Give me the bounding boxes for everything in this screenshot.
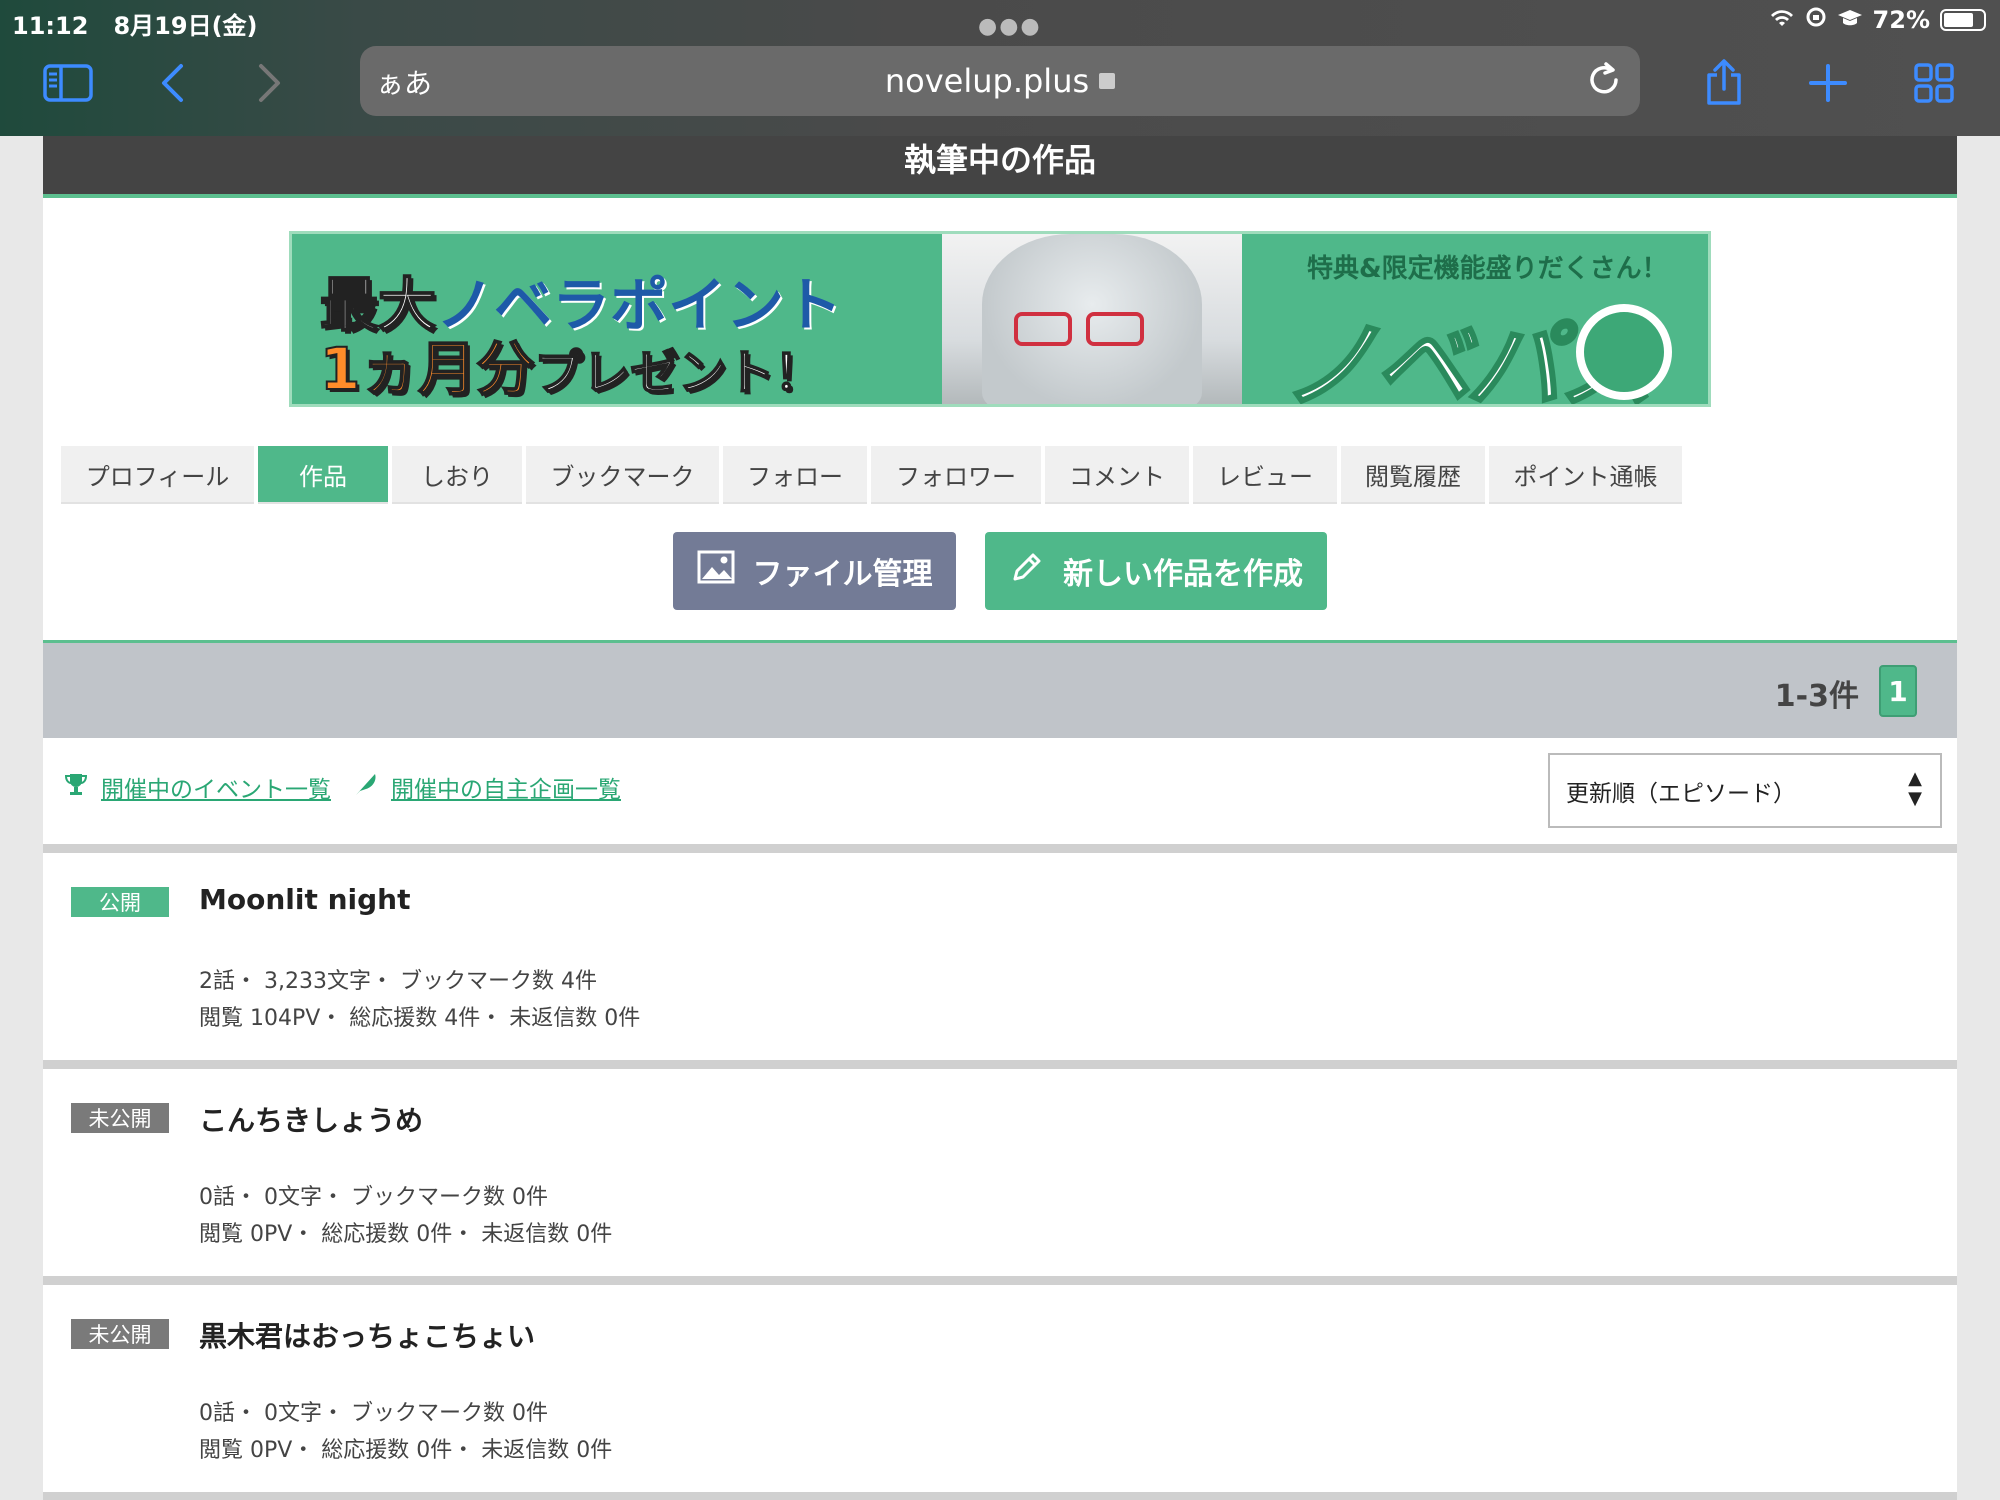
sort-select[interactable]: 更新順（エピソード） ▲ ▼ [1548, 753, 1942, 828]
reload-icon[interactable] [1586, 60, 1622, 102]
forward-icon[interactable] [242, 58, 298, 108]
tab-history[interactable]: 閲覧履歴 [1341, 446, 1485, 504]
wifi-icon [1769, 6, 1795, 34]
results-count: 1-3件 [1774, 679, 1859, 714]
promo-banner[interactable]: 最大ノベラポイント 1ヵ月分プレゼント！ 特典&限定機能盛りだくさん！ ノベパス [289, 231, 1711, 407]
work-stats: 0話・ 0文字・ ブックマーク数 0件 閲覧 0PV・ 総応援数 0件・ 未返信… [199, 1401, 613, 1463]
tab-following[interactable]: フォロー [723, 446, 867, 504]
results-bar: 1-3件 1 [43, 643, 1957, 738]
tab-bookmarks[interactable]: ブックマーク [526, 446, 719, 504]
work-title[interactable]: 黒木君はおっちょこちょい [199, 1315, 535, 1355]
work-title[interactable]: こんちきしょうめ [199, 1099, 423, 1139]
profile-tabs: プロフィール 作品 しおり ブックマーク フォロー フォロワー コメント レビュ… [61, 446, 1682, 504]
work-stats: 2話・ 3,233文字・ ブックマーク数 4件 閲覧 104PV・ 総応援数 4… [199, 969, 641, 1031]
create-work-button[interactable]: 新しい作品を作成 [985, 532, 1327, 610]
lock-icon [1099, 73, 1116, 89]
battery-icon [1940, 9, 1986, 31]
divider [43, 1276, 1957, 1285]
status-badge: 未公開 [71, 1103, 169, 1133]
status-badge: 公開 [71, 887, 169, 917]
pencil-icon [1009, 549, 1045, 593]
divider [43, 844, 1957, 853]
work-item[interactable]: 公開 Moonlit night 2話・ 3,233文字・ ブックマーク数 4件… [43, 853, 1957, 1060]
battery-percent: 72% [1872, 6, 1930, 34]
rotation-lock-icon [1805, 6, 1827, 34]
page-content: 執筆中の作品 最大ノベラポイント 1ヵ月分プレゼント！ 特典&限定機能盛りだくさ… [43, 136, 1957, 1500]
status-badge: 未公開 [71, 1319, 169, 1349]
share-icon[interactable] [1696, 58, 1752, 108]
tab-points[interactable]: ポイント通帳 [1489, 446, 1682, 504]
tab-comments[interactable]: コメント [1045, 446, 1189, 504]
work-item[interactable]: 未公開 黒木君はおっちょこちょい 0話・ 0文字・ ブックマーク数 0件 閲覧 … [43, 1285, 1957, 1492]
status-indicators: 72% [1769, 6, 1986, 34]
tab-profile[interactable]: プロフィール [61, 446, 254, 504]
sidebar-icon[interactable] [40, 58, 96, 108]
graduation-cap-icon [1837, 6, 1863, 34]
trophy-icon [63, 771, 89, 804]
feather-icon [353, 771, 379, 804]
work-stats: 0話・ 0文字・ ブックマーク数 0件 閲覧 0PV・ 総応援数 0件・ 未返信… [199, 1185, 613, 1247]
projects-link[interactable]: 開催中の自主企画一覧 [391, 770, 621, 804]
tab-shiori[interactable]: しおり [392, 446, 522, 504]
tabs-overview-icon[interactable] [1906, 58, 1962, 108]
tab-works[interactable]: 作品 [258, 446, 388, 504]
file-manage-button[interactable]: ファイル管理 [673, 532, 956, 610]
status-time: 11:12 8月19日(金) [12, 12, 258, 40]
tab-followers[interactable]: フォロワー [871, 446, 1041, 504]
back-icon[interactable] [144, 58, 200, 108]
novepass-emblem-icon [1576, 304, 1672, 400]
event-links: 開催中のイベント一覧 開催中の自主企画一覧 [63, 770, 621, 804]
events-link[interactable]: 開催中のイベント一覧 [101, 770, 331, 804]
divider [43, 1492, 1957, 1500]
page-title: 執筆中の作品 [43, 136, 1957, 198]
banner-headline-2: 1ヵ月分プレゼント！ [319, 334, 823, 404]
select-arrows-icon: ▲ ▼ [1908, 768, 1922, 809]
browser-toolbar: 11:12 8月19日(金) ●●● 72% ぁあ novelup.plus [0, 0, 2000, 136]
work-title[interactable]: Moonlit night [199, 883, 411, 916]
banner-character-illustration [942, 234, 1242, 404]
address-bar[interactable]: ぁあ novelup.plus [360, 46, 1640, 116]
tab-reviews[interactable]: レビュー [1193, 446, 1337, 504]
page-number-button[interactable]: 1 [1879, 665, 1917, 717]
url-display[interactable]: novelup.plus [360, 62, 1640, 100]
work-item[interactable]: 未公開 こんちきしょうめ 0話・ 0文字・ ブックマーク数 0件 閲覧 0PV・… [43, 1069, 1957, 1276]
divider [43, 1060, 1957, 1069]
banner-tagline: 特典&限定機能盛りだくさん！ [1307, 254, 1668, 284]
new-tab-icon[interactable] [1800, 58, 1856, 108]
image-icon [697, 550, 735, 592]
multitasking-dots-icon[interactable]: ●●● [978, 14, 1042, 39]
